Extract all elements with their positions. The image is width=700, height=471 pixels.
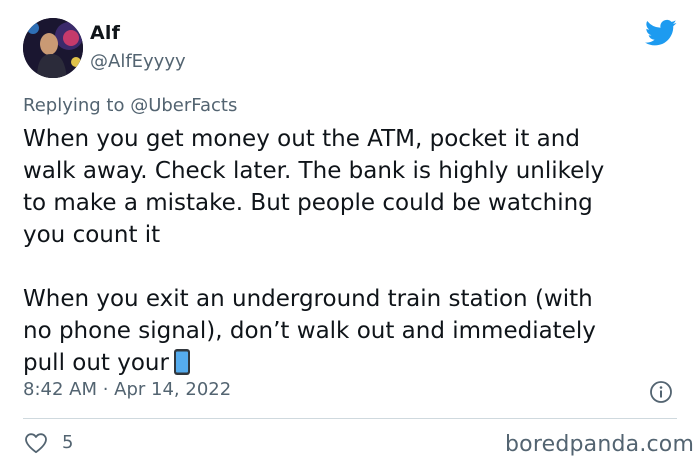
mobile-phone-emoji-icon bbox=[173, 349, 190, 375]
twitter-bird-icon bbox=[645, 19, 677, 46]
info-icon[interactable] bbox=[649, 380, 673, 404]
tweet-card: Alf @AlfEyyyy Replying to @UberFacts Whe… bbox=[0, 0, 700, 471]
tweet-text: When you get money out the ATM, pocket i… bbox=[23, 123, 683, 379]
like-count: 5 bbox=[62, 432, 74, 453]
tweet-line: to make a mistake. But people could be w… bbox=[23, 190, 593, 216]
avatar[interactable] bbox=[23, 18, 83, 78]
tweet-line: walk away. Check later. The bank is high… bbox=[23, 158, 605, 184]
tweet-line: When you get money out the ATM, pocket i… bbox=[23, 126, 580, 152]
reply-mention-link[interactable]: @UberFacts bbox=[130, 95, 237, 116]
tweet-line: no phone signal), don’t walk out and imm… bbox=[23, 318, 596, 344]
author-handle[interactable]: @AlfEyyyy bbox=[90, 51, 186, 72]
divider bbox=[23, 418, 677, 419]
tweet-paragraph-2: When you exit an underground train stati… bbox=[23, 283, 683, 379]
tweet-line: you count it bbox=[23, 222, 161, 248]
tweet-line-last: pull out your bbox=[23, 347, 683, 379]
replying-prefix: Replying to bbox=[23, 95, 131, 116]
author-name[interactable]: Alf bbox=[90, 22, 120, 44]
tweet-line: When you exit an underground train stati… bbox=[23, 286, 593, 312]
tweet-timestamp[interactable]: 8:42 AM · Apr 14, 2022 bbox=[23, 379, 231, 400]
heart-icon[interactable] bbox=[24, 432, 48, 454]
tweet-line-text: pull out your bbox=[23, 350, 169, 376]
tweet-paragraph-1: When you get money out the ATM, pocket i… bbox=[23, 123, 683, 251]
watermark: boredpanda.com bbox=[505, 432, 695, 457]
replying-to: Replying to @UberFacts bbox=[23, 95, 237, 116]
